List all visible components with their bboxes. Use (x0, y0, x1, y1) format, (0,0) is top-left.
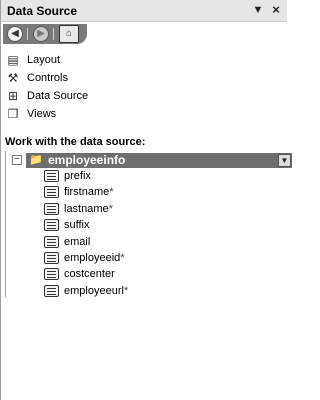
controls-icon: ⚒ (7, 71, 19, 85)
navigation-toolbar: ◀ ▶ ⌂ (3, 24, 87, 44)
task-pane-title-bar: Data Source ▼ × (1, 0, 287, 22)
field-icon (44, 186, 59, 199)
link-label: Data Source (27, 90, 89, 102)
link-layout[interactable]: ▤ Layout (5, 51, 88, 69)
link-label: Layout (27, 54, 61, 66)
tree-root-row[interactable]: − 📁 employeeinfo ▼ (12, 153, 292, 168)
link-label: Controls (27, 72, 68, 84)
folder-icon: 📁 (29, 154, 43, 166)
home-icon[interactable]: ⌂ (59, 25, 79, 43)
collapse-icon[interactable]: − (12, 155, 22, 165)
views-icon: ❐ (7, 107, 19, 121)
field-label: suffix (64, 219, 90, 232)
field-icon (44, 202, 59, 215)
group-node-label: employeeinfo (48, 153, 126, 167)
field-label: employeeurl (64, 284, 124, 297)
field-label: costcenter (64, 268, 115, 281)
tree-field-node[interactable]: employeeid* (44, 250, 128, 266)
link-views[interactable]: ❐ Views (5, 105, 88, 123)
field-list: prefix firstname* lastname* suffix email… (44, 168, 128, 299)
field-icon (44, 268, 59, 281)
selected-group-node[interactable]: 📁 employeeinfo ▼ (26, 153, 292, 168)
field-label: prefix (64, 170, 91, 182)
back-arrow-icon[interactable]: ◀ (7, 26, 23, 42)
pane-menu-dropdown-icon[interactable]: ▼ (251, 3, 265, 17)
chevron-down-icon[interactable]: ▼ (278, 154, 291, 167)
layout-icon: ▤ (7, 53, 19, 67)
data-source-tree: − 📁 employeeinfo ▼ prefix firstname* las… (5, 151, 292, 299)
link-controls[interactable]: ⚒ Controls (5, 69, 88, 87)
pane-title: Data Source (7, 4, 78, 18)
tree-field-node[interactable]: prefix (44, 168, 128, 184)
tree-field-node[interactable]: firstname* (44, 184, 128, 200)
field-icon (44, 235, 59, 248)
field-icon (44, 170, 59, 182)
toolbar-separator (53, 28, 54, 40)
link-label: Views (27, 108, 57, 120)
required-marker: * (109, 186, 114, 199)
field-label: email (64, 235, 91, 248)
close-icon[interactable]: × (269, 3, 283, 17)
tree-field-node[interactable]: suffix (44, 217, 128, 233)
field-label: employeeid (64, 251, 121, 264)
data-source-icon: ⊞ (7, 89, 19, 103)
tree-field-node[interactable]: employeeurl* (44, 283, 128, 299)
field-icon (44, 219, 59, 232)
task-links: ▤ Layout ⚒ Controls ⊞ Data Source ❐ View… (5, 51, 88, 123)
required-marker: * (123, 284, 129, 297)
tree-field-node[interactable]: costcenter (44, 266, 128, 282)
required-marker: * (120, 251, 125, 264)
field-label: firstname (64, 186, 110, 199)
required-marker: * (108, 202, 113, 215)
forward-arrow-icon[interactable]: ▶ (33, 26, 49, 42)
tree-field-node[interactable]: email (44, 234, 128, 250)
field-icon (44, 251, 59, 264)
toolbar-separator (27, 28, 28, 40)
data-source-task-pane: Data Source ▼ × ◀ ▶ ⌂ ▤ Layout ⚒ Control… (0, 0, 292, 400)
field-icon (44, 284, 59, 297)
tree-field-node[interactable]: lastname* (44, 201, 128, 217)
field-label: lastname (64, 202, 109, 215)
section-heading: Work with the data source: (5, 136, 146, 148)
link-data-source[interactable]: ⊞ Data Source (5, 87, 88, 105)
